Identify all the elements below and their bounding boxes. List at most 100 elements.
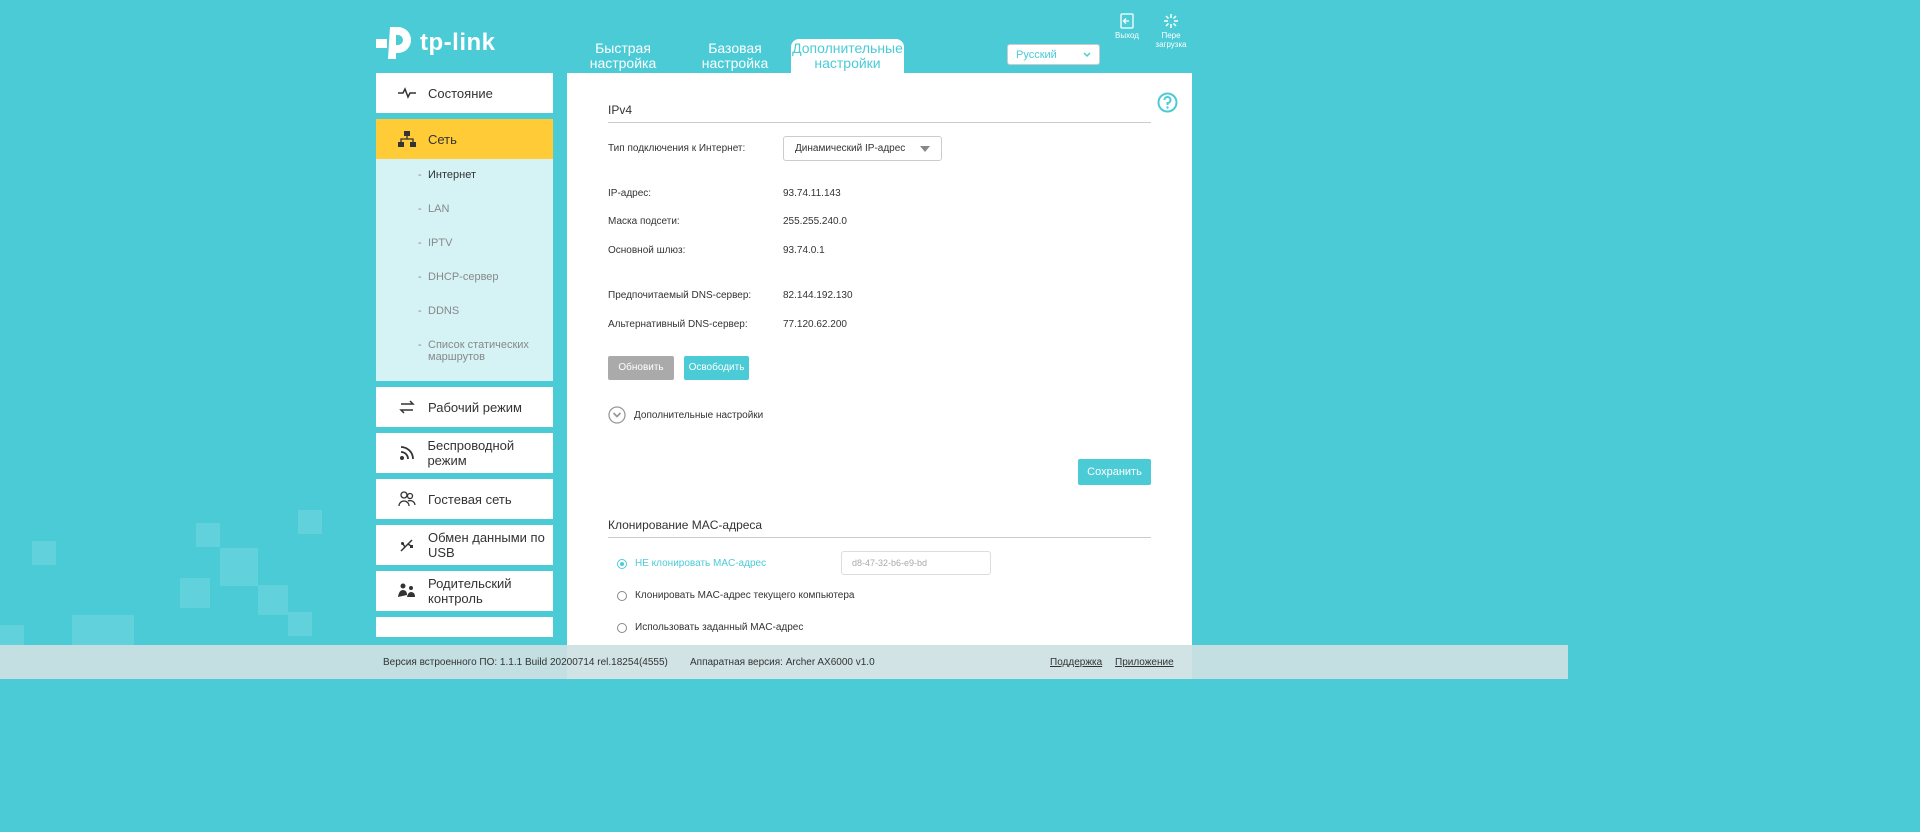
mac-clone-title: Клонирование MAC-адреса <box>608 518 763 532</box>
tab-quick-setup[interactable]: Быстрая настройка <box>567 39 679 73</box>
submenu-item-static-routes[interactable]: - Список статических маршрутов <box>376 339 553 363</box>
sidebar-item-label: Беспроводной режим <box>427 438 515 468</box>
sidebar-item-label: Гостевая сеть <box>428 491 512 507</box>
gateway-label: Основной шлюз: <box>608 245 686 256</box>
logout-label: Выход <box>1115 31 1139 40</box>
advanced-label: Дополнительные настройки <box>634 409 764 421</box>
logout-icon <box>1120 13 1134 29</box>
submenu-item-lan[interactable]: - LAN <box>376 203 553 215</box>
submenu-label: DHCP-сервер <box>428 271 499 283</box>
mask-label: Маска подсети: <box>608 216 680 227</box>
sidebar-item-label: USB <box>428 545 455 560</box>
gateway-value: 93.74.0.1 <box>783 245 825 256</box>
wifi-icon <box>398 444 415 462</box>
tab-label: настройки <box>814 55 881 71</box>
tp-link-logo: tp-link <box>376 23 496 63</box>
swap-icon <box>398 398 416 416</box>
radio-label: НЕ клонировать MAC-адрес <box>635 558 767 569</box>
conn-type-select[interactable]: Динамический IP-адрес <box>783 136 942 161</box>
save-button[interactable]: Сохранить <box>1078 459 1151 485</box>
sidebar-item-network[interactable]: Сеть <box>376 119 553 159</box>
reboot-button[interactable]: Пере загрузка <box>1154 13 1188 49</box>
mac-address-field[interactable]: d8-47-32-b6-e9-bd <box>841 551 991 575</box>
submenu-label: Интернет <box>428 169 476 181</box>
conn-type-label: Тип подключения к Интернет: <box>608 143 746 154</box>
submenu-label: маршрутов <box>428 351 485 363</box>
radio-label: Использовать заданный MAC-адрес <box>635 622 804 633</box>
sidebar-item-label: Сеть <box>428 131 457 147</box>
submenu-label: LAN <box>428 203 450 215</box>
usb-icon <box>398 536 416 554</box>
radio-clone-current[interactable]: Клонировать MAC-адрес текущего компьютер… <box>617 590 854 601</box>
dns1-value: 82.144.192.130 <box>783 290 853 301</box>
main-tabs: Быстрая настройка Базовая настройка Допо… <box>567 39 904 73</box>
sidebar-item-wireless[interactable]: Беспроводной режим <box>376 433 553 473</box>
radio-label: Клонировать MAC-адрес текущего компьютер… <box>635 590 855 601</box>
reboot-label: Пере <box>1161 31 1181 40</box>
advanced-toggle[interactable]: Дополнительные настройки <box>608 406 763 424</box>
logo-text: tp-link <box>420 29 496 56</box>
radio-no-clone[interactable]: НЕ клонировать MAC-адрес <box>617 558 766 569</box>
tab-label: настройка <box>589 55 657 71</box>
sidebar-item-operation-mode[interactable]: Рабочий режим <box>376 387 553 427</box>
tab-label: Базовая <box>708 40 762 56</box>
radio-custom-mac[interactable]: Использовать заданный MAC-адрес <box>617 622 803 633</box>
sidebar-item-guest[interactable]: Гостевая сеть <box>376 479 553 519</box>
release-button[interactable]: Освободить <box>684 356 749 380</box>
tp-link-logo-icon <box>376 27 411 59</box>
app-link[interactable]: Приложение <box>1115 657 1174 668</box>
sidebar-item-status[interactable]: Состояние <box>376 73 553 113</box>
sidebar-item-usb[interactable]: Обмен данными по USB <box>376 525 553 565</box>
sidebar-item-label: Состояние <box>428 85 493 101</box>
tab-label: настройка <box>701 55 769 71</box>
tab-advanced[interactable]: Дополнительные настройки <box>791 39 904 73</box>
network-submenu: - Интернет - LAN - IPTV - DHCP-сервер - DDNS … <box>376 159 553 381</box>
sidebar-item-label: Обмен данными по <box>428 530 545 545</box>
footer: Версия встроенного ПО: 1.1.1 Build 20200… <box>0 645 1568 679</box>
dns2-value: 77.120.62.200 <box>783 319 847 330</box>
dns2-label: Альтернативный DNS-сервер: <box>608 319 748 330</box>
ip-label: IP-адрес: <box>608 188 652 199</box>
chevron-down-circle-icon <box>608 406 626 424</box>
triangle-down-icon <box>920 145 930 152</box>
guests-icon <box>398 490 416 508</box>
reboot-icon <box>1164 14 1178 28</box>
logout-button[interactable]: Выход <box>1110 13 1144 40</box>
submenu-label: IPTV <box>428 237 453 249</box>
divider <box>608 122 1151 123</box>
submenu-item-internet[interactable]: - Интернет <box>376 169 553 181</box>
radio-button[interactable] <box>617 558 627 569</box>
parental-icon <box>398 582 416 600</box>
submenu-item-iptv[interactable]: - IPTV <box>376 237 553 249</box>
sidebar-item-label: Рабочий режим <box>428 399 522 415</box>
submenu-label: Список статических <box>428 339 529 351</box>
help-icon[interactable] <box>1157 92 1178 113</box>
ip-value: 93.74.11.143 <box>783 188 841 199</box>
main-content: IPv4 Тип подключения к Интернет: Динамич… <box>567 73 1192 679</box>
sidebar-item-parental[interactable]: Родительский контроль <box>376 571 553 611</box>
submenu-item-ddns[interactable]: - DDNS <box>376 305 553 317</box>
renew-button[interactable]: Обновить <box>608 356 674 380</box>
firmware-version: Версия встроенного ПО: 1.1.1 Build 20200… <box>383 657 668 668</box>
tab-basic[interactable]: Базовая настройка <box>679 39 791 73</box>
tab-label: Дополнительные <box>792 40 903 56</box>
language-select[interactable]: Русский <box>1007 44 1100 65</box>
chevron-down-icon <box>1083 51 1091 57</box>
ipv4-title: IPv4 <box>608 103 633 117</box>
hardware-version: Аппаратная версия: Archer AX6000 v1.0 <box>690 657 875 668</box>
radio-button[interactable] <box>617 590 627 601</box>
conn-type-value: Динамический IP-адрес <box>795 143 906 154</box>
pulse-icon <box>398 84 416 102</box>
language-value: Русский <box>1016 48 1057 61</box>
divider <box>608 537 1151 538</box>
reboot-label: загрузка <box>1155 40 1187 49</box>
dns1-label: Предпочитаемый DNS-сервер: <box>608 290 752 301</box>
sidebar-item-partial[interactable] <box>376 617 553 637</box>
submenu-label: DDNS <box>428 305 460 317</box>
radio-button[interactable] <box>617 622 627 633</box>
sidebar: Состояние Сеть - Интернет - LAN - IPTV - DHC… <box>376 73 553 643</box>
network-icon <box>398 130 416 148</box>
support-link[interactable]: Поддержка <box>1050 657 1102 668</box>
mask-value: 255.255.240.0 <box>783 216 847 227</box>
submenu-item-dhcp[interactable]: - DHCP-сервер <box>376 271 553 283</box>
